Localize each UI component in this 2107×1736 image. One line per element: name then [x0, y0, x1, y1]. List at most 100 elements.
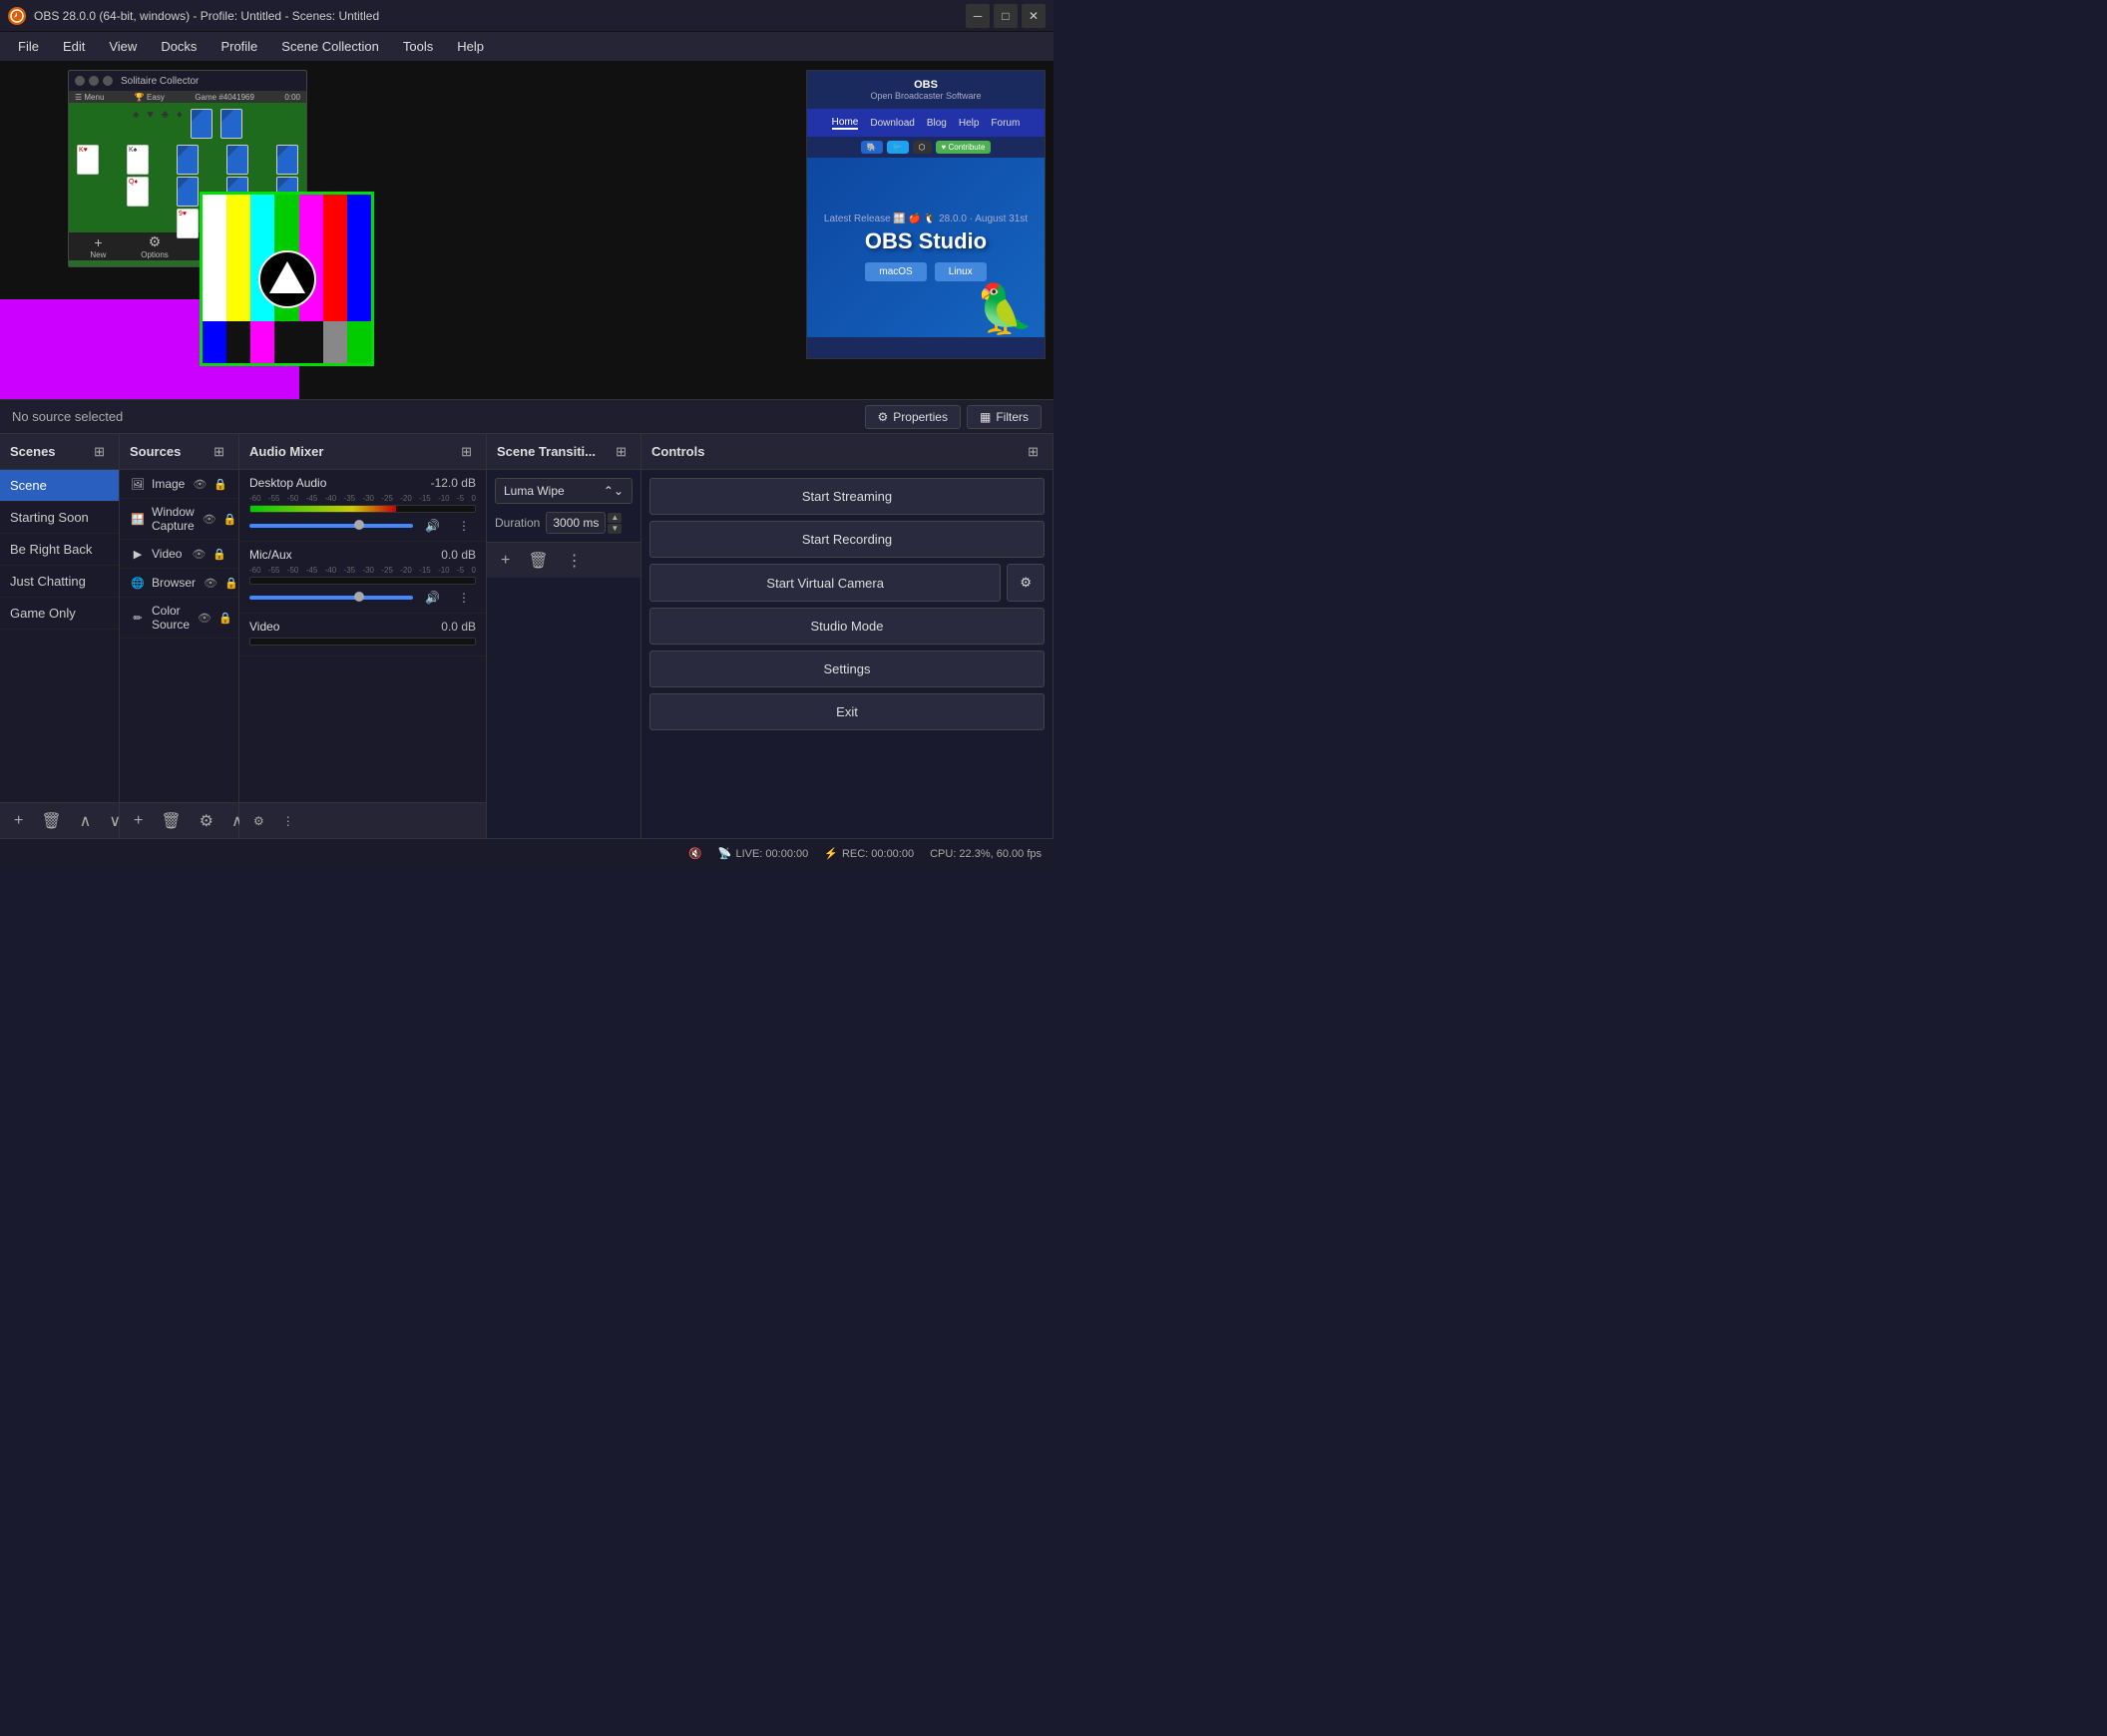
menu-item-scene-collection[interactable]: Scene Collection — [271, 35, 389, 58]
studio-mode-button[interactable]: Studio Mode — [649, 608, 1045, 645]
source-visible-color[interactable]: 👁 — [196, 612, 213, 625]
menu-item-tools[interactable]: Tools — [393, 35, 443, 58]
menu-item-file[interactable]: File — [8, 35, 49, 58]
audio-more-btn[interactable]: ⋮ — [276, 812, 300, 830]
transitions-add-btn[interactable]: + — [495, 550, 516, 572]
audio-header-desktop: Desktop Audio -12.0 dB — [249, 476, 476, 490]
obs-twitter-btn[interactable]: 🐦 — [887, 141, 909, 154]
menu-item-profile[interactable]: Profile — [211, 35, 267, 58]
transitions-remove-btn[interactable]: 🗑 — [522, 549, 554, 573]
sources-panel-menu-btn[interactable]: ⊞ — [210, 442, 228, 462]
scenes-up-btn[interactable]: ∧ — [74, 809, 98, 833]
source-status-bar: No source selected ⚙ Properties ▦ Filter… — [0, 399, 1054, 434]
sol-btn-1 — [75, 76, 85, 86]
source-lock-color[interactable]: 🔒 — [216, 612, 234, 625]
mic-audio-mute[interactable]: 🔊 — [419, 589, 446, 607]
bot-stripe-5 — [299, 321, 323, 363]
desktop-audio-more[interactable]: ⋮ — [452, 517, 476, 535]
source-lock-browser[interactable]: 🔒 — [222, 577, 238, 590]
card — [177, 145, 199, 175]
desktop-audio-slider[interactable] — [249, 524, 413, 528]
audio-settings-btn[interactable]: ⚙ — [247, 812, 270, 830]
mic-audio-thumb[interactable] — [354, 592, 364, 602]
sources-list: 🖼 Image 👁 🔒 🪟 Window Capture 👁 🔒 ▶ Video — [120, 470, 238, 802]
title-bar-controls: ─ □ ✕ — [966, 4, 1046, 28]
sources-remove-btn[interactable]: 🗑 — [155, 809, 187, 833]
title-bar: OBS 28.0.0 (64-bit, windows) - Profile: … — [0, 0, 1054, 32]
obs-contrib-btn[interactable]: ♥ Contribute — [936, 141, 992, 154]
mic-audio-more[interactable]: ⋮ — [452, 589, 476, 607]
window-source-icon: 🪟 — [130, 511, 146, 527]
source-visible-video[interactable]: 👁 — [190, 548, 208, 561]
duration-up-btn[interactable]: ▲ — [608, 513, 622, 523]
source-name-video: Video — [152, 547, 182, 561]
sources-add-btn[interactable]: + — [128, 810, 149, 832]
scenes-remove-btn[interactable]: 🗑 — [35, 809, 67, 833]
desktop-audio-mute[interactable]: 🔊 — [419, 517, 446, 535]
obs-github-btn[interactable]: ⬡ — [913, 141, 932, 154]
bot-stripe-1 — [203, 321, 226, 363]
menu-item-docks[interactable]: Docks — [151, 35, 207, 58]
source-item-video[interactable]: ▶ Video 👁 🔒 — [120, 540, 238, 569]
menu-item-edit[interactable]: Edit — [53, 35, 95, 58]
start-recording-button[interactable]: Start Recording — [649, 521, 1045, 558]
bot-stripe-7 — [347, 321, 371, 363]
properties-button[interactable]: ⚙ Properties — [865, 405, 961, 429]
transitions-panel-menu-btn[interactable]: ⊞ — [612, 442, 631, 462]
source-item-color[interactable]: ✏ Color Source 👁 🔒 — [120, 598, 238, 639]
sources-panel-header: Sources ⊞ — [120, 434, 238, 470]
menu-item-view[interactable]: View — [99, 35, 147, 58]
scenes-add-btn[interactable]: + — [8, 810, 29, 832]
scenes-panel-title: Scenes — [10, 444, 56, 459]
scene-item-be-right-back[interactable]: Be Right Back — [0, 534, 119, 566]
card: K♥ — [77, 145, 99, 175]
audio-panel-menu-btn[interactable]: ⊞ — [457, 442, 476, 462]
close-button[interactable]: ✕ — [1022, 4, 1046, 28]
source-visible-image[interactable]: 👁 — [191, 478, 209, 491]
scene-item-just-chatting[interactable]: Just Chatting — [0, 566, 119, 598]
obs-linux-btn[interactable]: Linux — [935, 262, 987, 281]
source-item-window[interactable]: 🪟 Window Capture 👁 🔒 — [120, 499, 238, 540]
duration-label: Duration — [495, 516, 540, 530]
scene-transitions-panel: Scene Transiti... ⊞ Luma Wipe ⌃⌄ Duratio… — [487, 434, 641, 838]
restore-button[interactable]: □ — [994, 4, 1018, 28]
scene-item-starting-soon[interactable]: Starting Soon — [0, 502, 119, 534]
start-streaming-button[interactable]: Start Streaming — [649, 478, 1045, 515]
duration-down-btn[interactable]: ▼ — [608, 524, 622, 534]
video-audio-db: 0.0 dB — [441, 620, 476, 634]
source-item-image[interactable]: 🖼 Image 👁 🔒 — [120, 470, 238, 499]
deck-card — [191, 109, 212, 139]
scenes-panel-menu-btn[interactable]: ⊞ — [90, 442, 109, 462]
browser-source-icon: 🌐 — [130, 575, 146, 591]
bot-stripe-3 — [250, 321, 274, 363]
source-visible-window[interactable]: 👁 — [201, 513, 218, 526]
desktop-audio-fill — [250, 506, 396, 512]
exit-button[interactable]: Exit — [649, 693, 1045, 730]
scene-item-scene[interactable]: Scene — [0, 470, 119, 502]
muted-status: 🔇 — [688, 847, 702, 860]
start-virtual-camera-button[interactable]: Start Virtual Camera — [649, 564, 1001, 602]
obs-site-subtitle: Open Broadcaster Software — [815, 91, 1037, 101]
cpu-text: CPU: 22.3%, 60.00 fps — [930, 848, 1042, 860]
stripe-white — [203, 195, 226, 321]
transitions-more-btn[interactable]: ⋮ — [561, 549, 589, 573]
filters-button[interactable]: ▦ Filters — [967, 405, 1042, 429]
source-visible-browser[interactable]: 👁 — [202, 577, 219, 590]
desktop-audio-thumb[interactable] — [354, 520, 364, 530]
virtual-camera-settings-btn[interactable]: ⚙ — [1007, 564, 1045, 602]
obs-macos-btn[interactable]: macOS — [865, 262, 926, 281]
obs-mastodon-btn[interactable]: 🐘 — [861, 141, 883, 154]
transition-type-select[interactable]: Luma Wipe ⌃⌄ — [495, 478, 632, 504]
minimize-button[interactable]: ─ — [966, 4, 990, 28]
scene-item-game-only[interactable]: Game Only — [0, 598, 119, 630]
source-lock-image[interactable]: 🔒 — [211, 478, 229, 491]
mic-audio-slider[interactable] — [249, 596, 413, 600]
menu-item-help[interactable]: Help — [447, 35, 494, 58]
transition-duration-row: Duration 3000 ms ▲ ▼ — [495, 512, 632, 534]
controls-panel-menu-btn[interactable]: ⊞ — [1024, 442, 1043, 462]
settings-button[interactable]: Settings — [649, 651, 1045, 687]
sources-settings-btn[interactable]: ⚙ — [194, 809, 219, 833]
source-lock-video[interactable]: 🔒 — [211, 548, 228, 561]
source-lock-window[interactable]: 🔒 — [221, 513, 238, 526]
source-item-browser[interactable]: 🌐 Browser 👁 🔒 — [120, 569, 238, 598]
